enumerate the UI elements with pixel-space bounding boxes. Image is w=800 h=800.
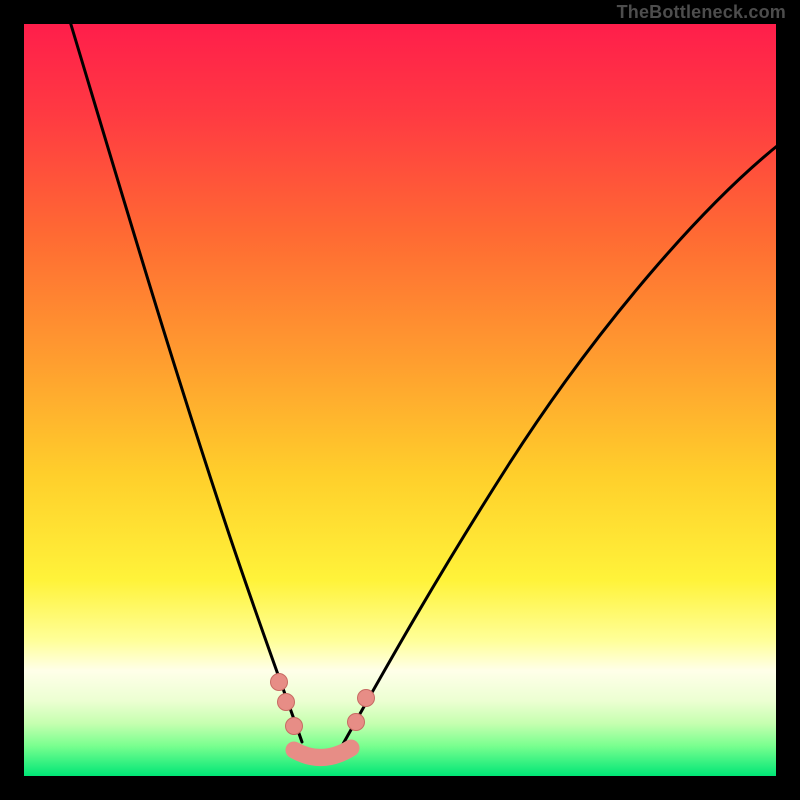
chart-container: { "watermark": "TheBottleneck.com", "col… — [0, 0, 800, 800]
curve-layer — [24, 24, 776, 776]
marker-dot — [278, 694, 295, 711]
marker-dot — [348, 714, 365, 731]
marker-dot — [271, 674, 288, 691]
marker-dot — [358, 690, 375, 707]
watermark-text: TheBottleneck.com — [617, 2, 786, 23]
plot-frame — [24, 24, 776, 776]
curve-left-branch — [69, 18, 302, 742]
bottom-connector — [294, 748, 351, 758]
marker-dot — [286, 718, 303, 735]
curve-right-branch — [343, 142, 782, 744]
